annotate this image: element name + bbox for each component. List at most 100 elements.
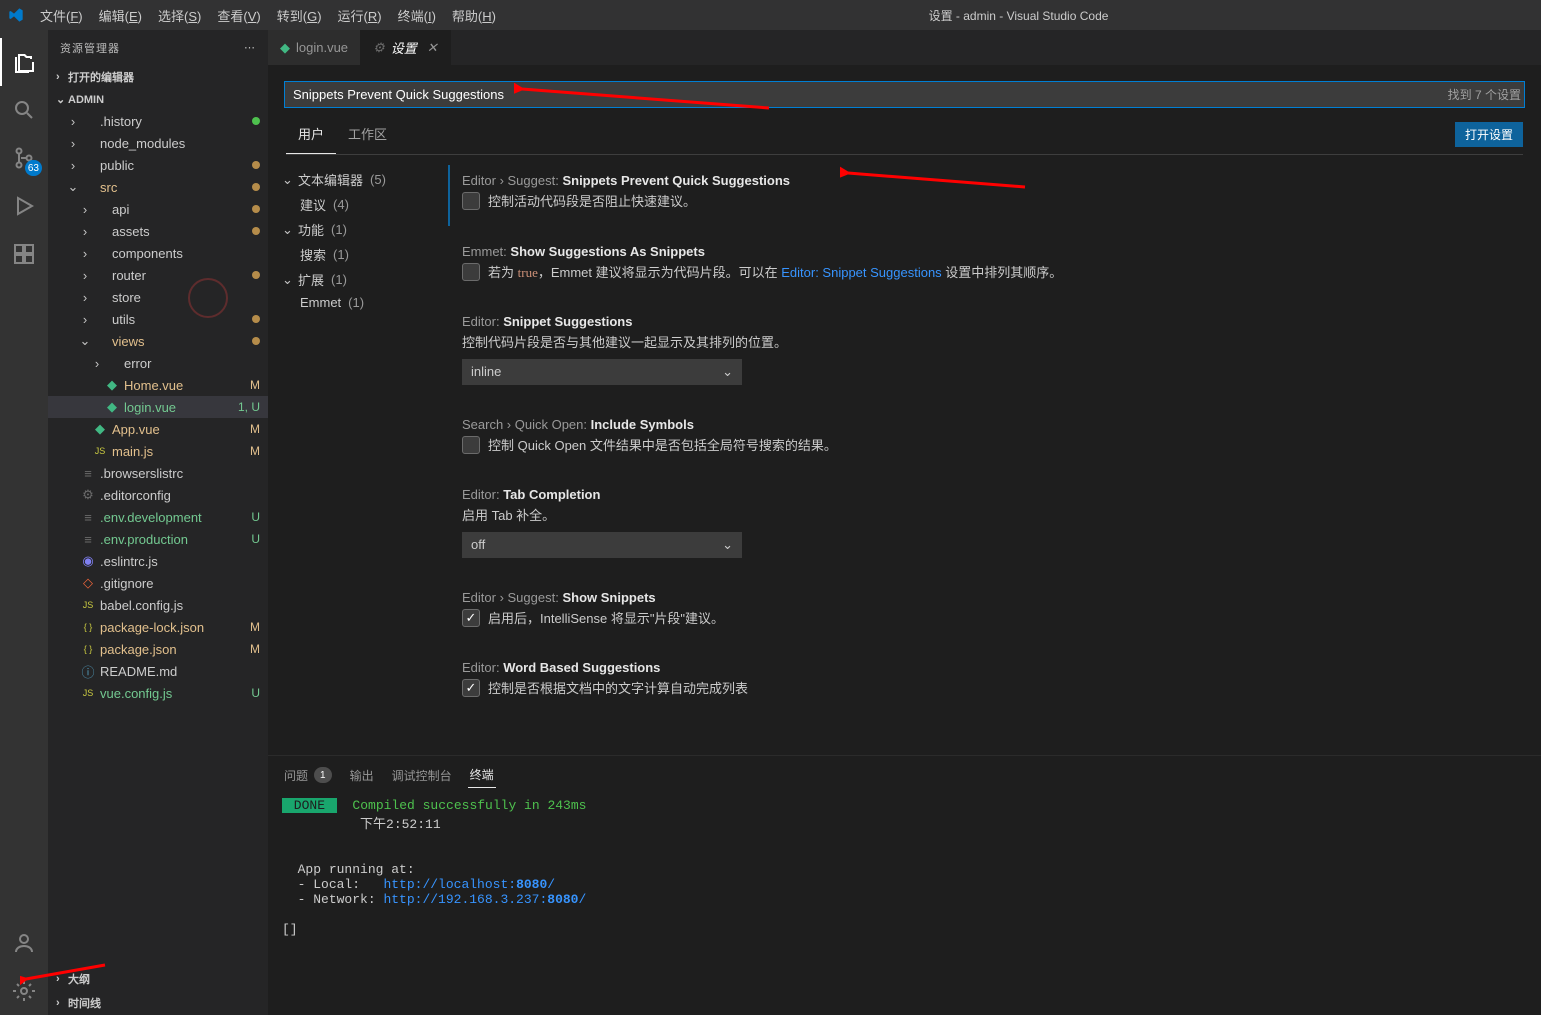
setting-item: Search › Quick Open: Include Symbols控制 Q… bbox=[448, 409, 1511, 470]
file-item[interactable]: { }package.jsonM bbox=[48, 638, 268, 660]
file-item[interactable]: ⚙.editorconfig bbox=[48, 484, 268, 506]
sidebar-title: 资源管理器 ⋯ bbox=[48, 30, 268, 65]
close-icon[interactable]: ✕ bbox=[427, 40, 438, 56]
terminal-local-url[interactable]: http://localhost: bbox=[383, 877, 516, 892]
folder-item[interactable]: ›public bbox=[48, 154, 268, 176]
folder-item[interactable]: ⌄src bbox=[48, 176, 268, 198]
file-item[interactable]: ◆login.vue1, U bbox=[48, 396, 268, 418]
settings-toc-item[interactable]: 建议(4) bbox=[278, 192, 428, 217]
settings-scope-tab[interactable]: 工作区 bbox=[336, 114, 399, 154]
open-settings-json-button[interactable]: 打开设置 bbox=[1455, 122, 1523, 147]
panel: 问题1 输出调试控制台终端 DONE Compiled successfully … bbox=[268, 755, 1541, 1015]
settings-toc-item[interactable]: ⌄文本编辑器(5) bbox=[278, 167, 428, 192]
js-icon: JS bbox=[80, 688, 96, 698]
folder-item[interactable]: ›error bbox=[48, 352, 268, 374]
open-editors-section[interactable]: ›打开的编辑器 bbox=[48, 65, 268, 89]
folder-item[interactable]: ›assets bbox=[48, 220, 268, 242]
eslint-icon: ◉ bbox=[80, 553, 96, 569]
sidebar-title-label: 资源管理器 bbox=[60, 40, 120, 56]
editor-tab[interactable]: ⚙设置✕ bbox=[361, 30, 451, 65]
menu-item[interactable]: 编辑(E) bbox=[91, 2, 150, 29]
setting-item: Editor › Suggest: Snippets Prevent Quick… bbox=[448, 165, 1511, 226]
settings-scope-tabs: 用户工作区 bbox=[286, 114, 399, 154]
activity-settings-gear[interactable] bbox=[0, 967, 48, 1015]
file-item[interactable]: JSbabel.config.js bbox=[48, 594, 268, 616]
file-item[interactable]: JSvue.config.jsU bbox=[48, 682, 268, 704]
terminal-network-url[interactable]: http://192.168.3.237: bbox=[383, 892, 547, 907]
settings-toc-item[interactable]: ⌄功能(1) bbox=[278, 217, 428, 242]
setting-select[interactable]: off⌄ bbox=[462, 532, 742, 558]
editor-tab[interactable]: ◆login.vue bbox=[268, 30, 361, 65]
activity-run-debug[interactable] bbox=[0, 182, 48, 230]
vue-icon: ◆ bbox=[104, 377, 120, 393]
vue-icon: ◆ bbox=[280, 40, 290, 56]
settings-toc-item[interactable]: 搜索(1) bbox=[278, 242, 428, 267]
setting-checkbox[interactable] bbox=[462, 609, 480, 627]
folder-item[interactable]: ›router bbox=[48, 264, 268, 286]
outline-section[interactable]: ›大纲 bbox=[48, 967, 268, 991]
sidebar-more-icon[interactable]: ⋯ bbox=[244, 41, 256, 54]
vue-icon: ◆ bbox=[92, 421, 108, 437]
folder-item[interactable]: ›.history bbox=[48, 110, 268, 132]
menu-item[interactable]: 运行(R) bbox=[330, 2, 390, 29]
terminal-compiled-msg: Compiled successfully in 243ms bbox=[352, 798, 586, 813]
setting-checkbox[interactable] bbox=[462, 436, 480, 454]
panel-tab[interactable]: 问题1 bbox=[282, 762, 334, 788]
json-icon: { } bbox=[80, 644, 96, 654]
activity-extensions[interactable] bbox=[0, 230, 48, 278]
file-item[interactable]: ◆Home.vueM bbox=[48, 374, 268, 396]
folder-item[interactable]: ⌄views bbox=[48, 330, 268, 352]
file-item[interactable]: ⓘREADME.md bbox=[48, 660, 268, 682]
gear-icon: ⚙ bbox=[373, 40, 385, 56]
folder-item[interactable]: ›store bbox=[48, 286, 268, 308]
file-item[interactable]: ≡.env.developmentU bbox=[48, 506, 268, 528]
setting-select[interactable]: inline⌄ bbox=[462, 359, 742, 385]
menu-item[interactable]: 帮助(H) bbox=[444, 2, 504, 29]
folder-item[interactable]: ›node_modules bbox=[48, 132, 268, 154]
folder-item[interactable]: ›components bbox=[48, 242, 268, 264]
terminal-output[interactable]: DONE Compiled successfully in 243ms 下午2:… bbox=[268, 788, 1541, 1015]
setting-checkbox[interactable] bbox=[462, 679, 480, 697]
menu-item[interactable]: 转到(G) bbox=[269, 2, 330, 29]
activity-source-control[interactable]: 63 bbox=[0, 134, 48, 182]
setting-item: Editor: Tab Completion启用 Tab 补全。off⌄ bbox=[448, 479, 1511, 572]
folder-item[interactable]: ›api bbox=[48, 198, 268, 220]
settings-result-count: 找到 7 个设置 bbox=[1448, 86, 1521, 103]
menu-item[interactable]: 查看(V) bbox=[209, 2, 268, 29]
terminal-cursor: [] bbox=[282, 922, 298, 937]
activity-accounts[interactable] bbox=[0, 919, 48, 967]
setting-checkbox[interactable] bbox=[462, 263, 480, 281]
menu-bar: 文件(F)编辑(E)选择(S)查看(V)转到(G)运行(R)终端(I)帮助(H) bbox=[32, 2, 504, 29]
file-item[interactable]: ≡.browserslistrc bbox=[48, 462, 268, 484]
settings-scope-tab[interactable]: 用户 bbox=[286, 114, 336, 154]
timeline-section[interactable]: ›时间线 bbox=[48, 991, 268, 1015]
panel-tab[interactable]: 输出 bbox=[348, 762, 376, 788]
settings-editor: 找到 7 个设置 用户工作区 打开设置 ⌄文本编辑器(5)建议(4)⌄功能(1)… bbox=[268, 65, 1541, 755]
file-item[interactable]: { }package-lock.jsonM bbox=[48, 616, 268, 638]
setting-item: Editor: Word Based Suggestions控制是否根据文档中的… bbox=[448, 652, 1511, 713]
file-item[interactable]: ≡.env.productionU bbox=[48, 528, 268, 550]
setting-checkbox[interactable] bbox=[462, 192, 480, 210]
menu-item[interactable]: 终端(I) bbox=[390, 2, 444, 29]
activity-search[interactable] bbox=[0, 86, 48, 134]
file-item[interactable]: ◇.gitignore bbox=[48, 572, 268, 594]
file-item[interactable]: ◆App.vueM bbox=[48, 418, 268, 440]
panel-tab[interactable]: 终端 bbox=[468, 762, 496, 788]
settings-toc-item[interactable]: ⌄扩展(1) bbox=[278, 267, 428, 292]
git-icon: ◇ bbox=[80, 575, 96, 591]
file-item[interactable]: ◉.eslintrc.js bbox=[48, 550, 268, 572]
folder-item[interactable]: ›utils bbox=[48, 308, 268, 330]
setting-item: Editor: Snippet Suggestions控制代码片段是否与其他建议… bbox=[448, 306, 1511, 399]
env-icon: ≡ bbox=[80, 510, 96, 525]
menu-item[interactable]: 选择(S) bbox=[150, 2, 209, 29]
settings-toc-item[interactable]: Emmet(1) bbox=[278, 292, 428, 313]
folder-root-section[interactable]: ⌄ADMIN bbox=[48, 89, 268, 110]
panel-tab[interactable]: 调试控制台 bbox=[390, 762, 454, 788]
file-item[interactable]: JSmain.jsM bbox=[48, 440, 268, 462]
menu-item[interactable]: 文件(F) bbox=[32, 2, 91, 29]
activity-explorer[interactable] bbox=[0, 38, 48, 86]
js-icon: JS bbox=[92, 446, 108, 456]
settings-list: Editor › Suggest: Snippets Prevent Quick… bbox=[438, 155, 1541, 755]
settings-search-input[interactable] bbox=[284, 81, 1525, 108]
open-editors-label: 打开的编辑器 bbox=[68, 69, 134, 85]
